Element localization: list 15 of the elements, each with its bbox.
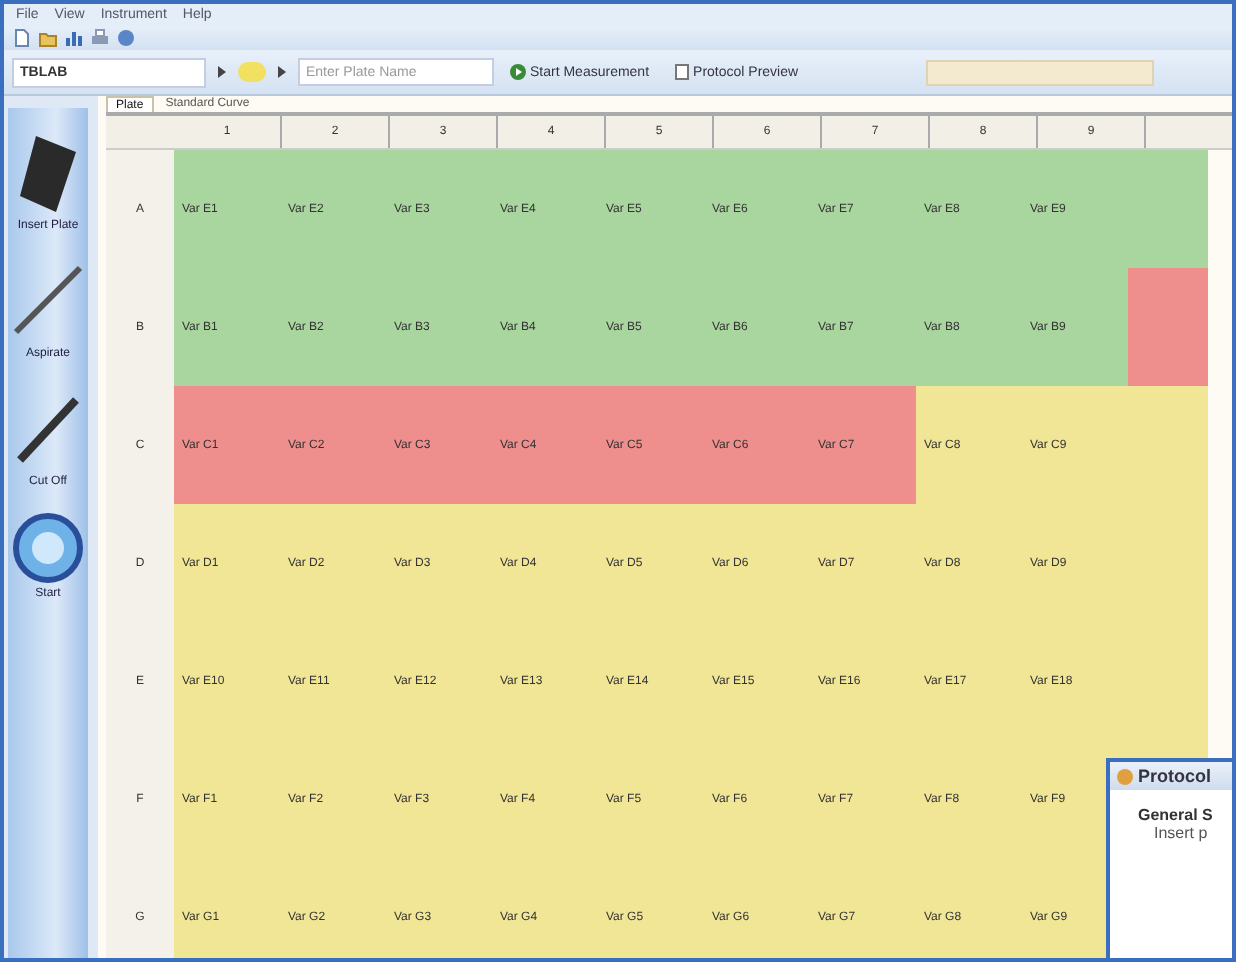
arrow-icon[interactable] [274, 64, 290, 80]
document-icon [673, 64, 690, 80]
print-icon[interactable] [90, 28, 110, 48]
well-cell[interactable] [1128, 268, 1208, 386]
dialog-heading: General S [1138, 806, 1215, 824]
plate-indicator [238, 62, 266, 82]
dialog-title: Protocol [1110, 762, 1232, 790]
arrow-icon[interactable] [214, 64, 230, 80]
start-icon [12, 512, 84, 584]
play-icon [510, 64, 526, 80]
dialog-text: Insert p [1154, 824, 1210, 842]
well-cell[interactable] [1128, 150, 1208, 268]
help-icon[interactable] [116, 28, 136, 48]
chart-icon[interactable] [64, 28, 84, 48]
app-icon [1116, 767, 1134, 785]
